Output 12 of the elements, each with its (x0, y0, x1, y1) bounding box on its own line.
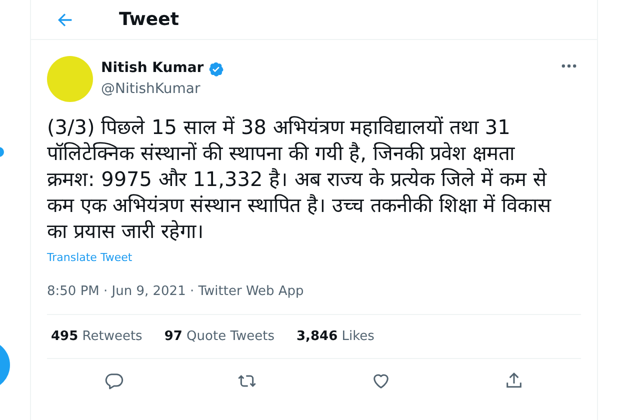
more-icon (561, 64, 577, 68)
author-name: Nitish Kumar (101, 59, 204, 78)
author-handle: @NitishKumar (101, 80, 202, 99)
tweet-timestamp: 8:50 PM · Jun 9, 2021 · Twitter Web App (47, 283, 305, 301)
stat-link[interactable]: 3,846 Likes (296, 326, 374, 346)
reply-icon (104, 371, 124, 391)
stat-link[interactable]: 495 Retweets (51, 326, 142, 346)
avatar-photo-placeholder (47, 56, 93, 102)
page-title: Tweet (119, 8, 179, 32)
stat-link[interactable]: 97 Quote Tweets (164, 326, 274, 346)
tweet-text: (3/3) पिछले 15 साल में 38 अभियंत्रण महाविद्यालयों तथा 31 पॉलिटेक्निक संस्थानों की स्थापना की गयी है, जिनकी प्रवेश क्षमता क्रमश: 9975 और 11,332 है। अब राज्य के प्रत्येक जिले में कम से कम एक अभियंत्रण संस्थान स्थापित है। उच्च तकनीकी शिक्षा में विकास का प्रयास जारी रहेगा। (47, 114, 552, 244)
heart-icon (370, 371, 391, 391)
